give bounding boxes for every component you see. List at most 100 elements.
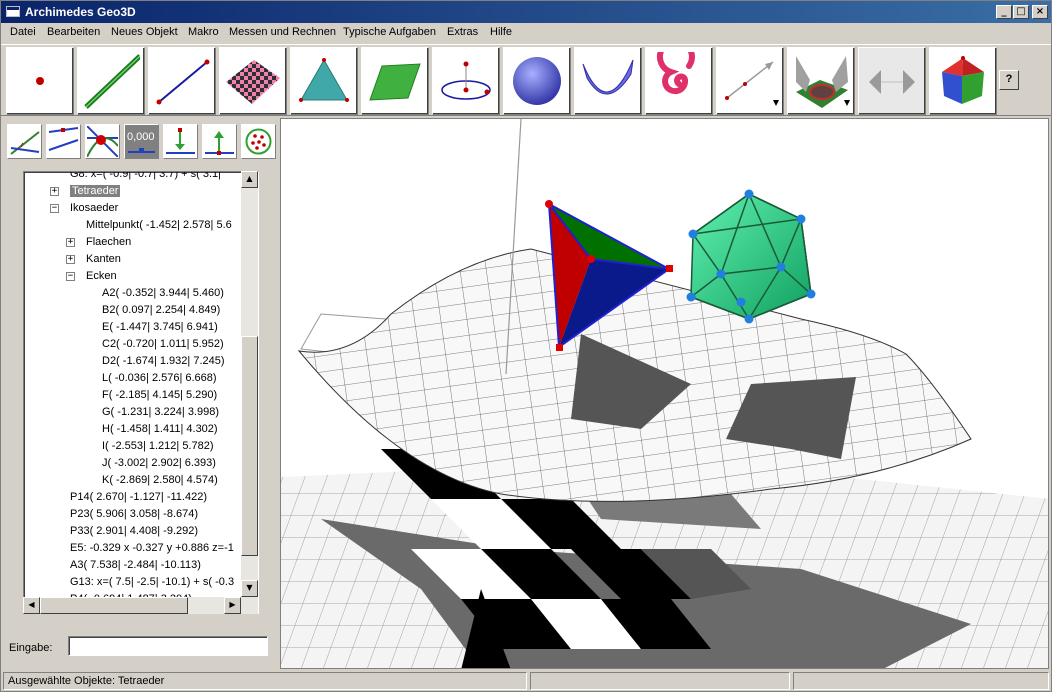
status-cell-2 bbox=[530, 672, 790, 690]
tool-measure[interactable]: 0,000 bbox=[124, 124, 159, 159]
tree-item[interactable]: B2( 0.097| 2.254| 4.849) bbox=[102, 302, 220, 319]
tree-item[interactable]: A3( 7.538| -2.484| -10.113) bbox=[70, 557, 201, 574]
tool-sphere[interactable] bbox=[503, 47, 571, 115]
left-panel: 0,000 G8: x=( -0.9| -0.7| 3.7) + s( 3.1|… bbox=[1, 116, 279, 671]
minimize-button[interactable]: _ bbox=[996, 5, 1012, 19]
scroll-thumb-horizontal[interactable] bbox=[40, 597, 188, 614]
expand-icon[interactable]: + bbox=[66, 238, 75, 247]
tree-item-label: A3( 7.538| -2.484| -10.113) bbox=[70, 559, 201, 571]
tool-line[interactable] bbox=[77, 47, 145, 115]
tree-item[interactable]: G13: x=( 7.5| -2.5| -10.1) + s( -0.3 bbox=[70, 574, 234, 591]
menu-neues-objekt[interactable]: Neues Objekt bbox=[111, 26, 178, 38]
collapse-icon[interactable]: − bbox=[66, 272, 75, 281]
menu-datei[interactable]: Datei bbox=[10, 26, 36, 38]
tree-item[interactable]: C2( -0.720| 1.011| 5.952) bbox=[102, 336, 224, 353]
expand-icon[interactable]: + bbox=[50, 187, 59, 196]
tool-plane[interactable] bbox=[219, 47, 287, 115]
tree-item[interactable]: I( -2.553| 1.212| 5.782) bbox=[102, 438, 214, 455]
tree-item[interactable]: E5: -0.329 x -0.327 y +0.886 z=-1 bbox=[70, 540, 234, 557]
tool-solid-shadow[interactable] bbox=[858, 47, 926, 115]
tool-circle[interactable] bbox=[432, 47, 500, 115]
tool-intersection[interactable] bbox=[787, 47, 855, 115]
tree-item[interactable]: L( -0.036| 2.576| 6.668) bbox=[102, 370, 217, 387]
tree-item[interactable]: + Tetraeder bbox=[50, 183, 121, 200]
tool-project-down[interactable] bbox=[163, 124, 198, 159]
expand-icon[interactable]: + bbox=[66, 255, 75, 264]
tree-horizontal-scrollbar[interactable]: ◀ ▶ bbox=[23, 597, 241, 614]
help-button[interactable]: ? bbox=[999, 70, 1019, 90]
menu-makro[interactable]: Makro bbox=[188, 26, 219, 38]
tool-segment[interactable] bbox=[148, 47, 216, 115]
polygon-icon bbox=[369, 63, 421, 101]
perpendicular-icon bbox=[205, 131, 234, 155]
tree-item[interactable]: − Ecken bbox=[66, 268, 117, 285]
tree-item[interactable]: E( -1.447| 3.745| 6.941) bbox=[102, 319, 218, 336]
tree-item[interactable]: Mittelpunkt( -1.452| 2.578| 5.6 bbox=[86, 217, 232, 234]
tree-item-label: Mittelpunkt( -1.452| 2.578| 5.6 bbox=[86, 219, 232, 231]
tool-point[interactable] bbox=[6, 47, 74, 115]
tree-item[interactable]: P33( 2.901| 4.408| -9.292) bbox=[70, 523, 198, 540]
tool-triangle[interactable] bbox=[290, 47, 358, 115]
tree-item[interactable]: P14( 2.670| -1.127| -11.422) bbox=[70, 489, 207, 506]
menu-extras[interactable]: Extras bbox=[447, 26, 478, 38]
menu-messen-und-rechnen[interactable]: Messen und Rechnen bbox=[229, 26, 336, 38]
tool-spiral[interactable] bbox=[645, 47, 713, 115]
menu-bearbeiten[interactable]: Bearbeiten bbox=[47, 26, 100, 38]
tree-item-label: D2( -1.674| 1.932| 7.245) bbox=[102, 355, 225, 367]
tool-polyhedron[interactable] bbox=[929, 47, 997, 115]
menu-typische-aufgaben[interactable]: Typische Aufgaben bbox=[343, 26, 436, 38]
tree-item[interactable]: + Flaechen bbox=[66, 234, 131, 251]
title-bar[interactable]: Archimedes Geo3D _ □ × bbox=[1, 1, 1051, 23]
tool-intersect-point[interactable] bbox=[85, 124, 120, 159]
tree-item[interactable]: K( -2.869| 2.580| 4.574) bbox=[102, 472, 218, 489]
maximize-button[interactable]: □ bbox=[1013, 5, 1029, 19]
tool-perpendicular[interactable] bbox=[202, 124, 237, 159]
tree-item[interactable]: + Kanten bbox=[66, 251, 121, 268]
tree-item[interactable]: J( -3.002| 2.902| 6.393) bbox=[102, 455, 216, 472]
tree-item[interactable]: P23( 5.906| 3.058| -8.674) bbox=[70, 506, 198, 523]
tree-item[interactable]: D2( -1.674| 1.932| 7.245) bbox=[102, 353, 225, 370]
close-button[interactable]: × bbox=[1032, 5, 1048, 19]
tool-surface[interactable] bbox=[574, 47, 642, 115]
tree-item[interactable]: G8: x=( -0.9| -0.7| 3.7) + s( 3.1| bbox=[70, 172, 221, 183]
tree-item-label: I( -2.553| 1.212| 5.782) bbox=[102, 440, 214, 452]
parallel-icon bbox=[48, 127, 79, 151]
line-icon bbox=[84, 54, 140, 109]
scroll-down-button[interactable]: ▼ bbox=[241, 580, 258, 597]
status-bar: Ausgewählte Objekte: Tetraeder bbox=[1, 670, 1051, 691]
tool-parallel[interactable] bbox=[46, 124, 81, 159]
3d-scene bbox=[281, 119, 1048, 668]
tree-item-label: Ikosaeder bbox=[70, 202, 119, 214]
tool-vector[interactable] bbox=[716, 47, 784, 115]
scroll-left-button[interactable]: ◀ bbox=[23, 597, 40, 614]
tree-vertical-scrollbar[interactable]: ▲ ▼ bbox=[241, 171, 258, 614]
scroll-thumb-vertical[interactable] bbox=[241, 336, 258, 556]
solid-shadow-icon bbox=[869, 70, 915, 94]
project-down-icon bbox=[166, 128, 195, 154]
scroll-up-button[interactable]: ▲ bbox=[241, 171, 258, 188]
tree-item[interactable]: F( -2.185| 4.145| 5.290) bbox=[102, 387, 217, 404]
input-label: Eingabe: bbox=[9, 642, 53, 654]
tool-polygon[interactable] bbox=[361, 47, 429, 115]
vector-icon bbox=[725, 61, 779, 106]
object-tree[interactable]: G8: x=( -0.9| -0.7| 3.7) + s( 3.1| + Tetra… bbox=[23, 171, 259, 614]
tree-item[interactable]: H( -1.458| 1.411| 4.302) bbox=[102, 421, 218, 438]
tree-item[interactable]: − Ikosaeder bbox=[50, 200, 119, 217]
tool-angle[interactable] bbox=[7, 124, 42, 159]
collapse-icon[interactable]: − bbox=[50, 204, 59, 213]
tool-point-set[interactable] bbox=[241, 124, 276, 159]
tree-item-label: G13: x=( 7.5| -2.5| -10.1) + s( -0.3 bbox=[70, 576, 235, 588]
tree-item-label: P14( 2.670| -1.127| -11.422) bbox=[70, 491, 207, 503]
command-input[interactable] bbox=[68, 636, 268, 656]
tree-item-label: E5: -0.329 x -0.327 y +0.886 z=-1 bbox=[70, 542, 234, 554]
main-toolbar bbox=[1, 44, 1051, 116]
3d-viewport[interactable] bbox=[280, 118, 1049, 669]
point-set-icon bbox=[245, 128, 272, 155]
sphere-icon bbox=[513, 57, 561, 105]
scroll-right-button[interactable]: ▶ bbox=[224, 597, 241, 614]
tree-item-label: Ecken bbox=[86, 270, 117, 282]
tree-item-label: Kanten bbox=[86, 253, 121, 265]
menu-hilfe[interactable]: Hilfe bbox=[490, 26, 512, 38]
tree-item[interactable]: G( -1.231| 3.224| 3.998) bbox=[102, 404, 219, 421]
tree-item[interactable]: A2( -0.352| 3.944| 5.460) bbox=[102, 285, 224, 302]
